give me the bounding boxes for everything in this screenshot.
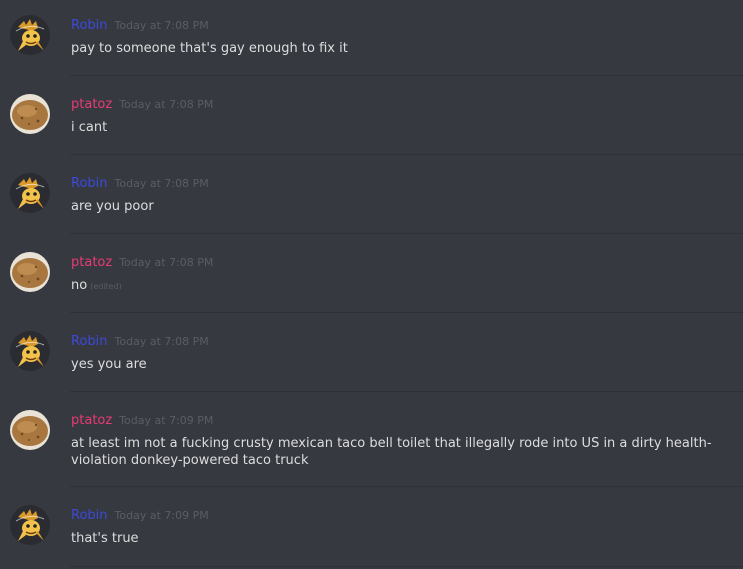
moose-avatar-icon bbox=[10, 505, 50, 545]
message-divider bbox=[70, 233, 743, 234]
timestamp: Today at 7:09 PM bbox=[114, 509, 209, 522]
message-text: no bbox=[71, 278, 88, 293]
avatar[interactable] bbox=[10, 252, 50, 292]
message-text: pay to someone that's gay enough to fix … bbox=[71, 41, 348, 56]
message-divider bbox=[70, 486, 743, 487]
message-divider bbox=[70, 566, 743, 567]
potato-avatar-icon bbox=[10, 252, 50, 292]
chat-messages: Robin Today at 7:08 PM pay to someone tha… bbox=[0, 0, 743, 569]
message-header: ptatoz Today at 7:08 PM bbox=[71, 254, 213, 272]
timestamp: Today at 7:08 PM bbox=[119, 256, 214, 269]
author-name[interactable]: Robin bbox=[71, 18, 108, 33]
timestamp: Today at 7:08 PM bbox=[114, 335, 209, 348]
message-header: ptatoz Today at 7:09 PM bbox=[71, 412, 213, 430]
potato-avatar-icon bbox=[10, 410, 50, 450]
author-name[interactable]: ptatoz bbox=[71, 413, 112, 428]
timestamp: Today at 7:09 PM bbox=[119, 414, 214, 427]
avatar[interactable] bbox=[10, 94, 50, 134]
avatar[interactable] bbox=[10, 173, 50, 213]
message-divider bbox=[70, 154, 743, 155]
message-text: that's true bbox=[71, 531, 139, 546]
message-header: Robin Today at 7:09 PM bbox=[71, 507, 209, 525]
moose-avatar-icon bbox=[10, 331, 50, 371]
message-header: Robin Today at 7:08 PM bbox=[71, 333, 209, 351]
message-text: yes you are bbox=[71, 357, 147, 372]
author-name[interactable]: ptatoz bbox=[71, 97, 112, 112]
message-text: are you poor bbox=[71, 199, 154, 214]
message-header: Robin Today at 7:08 PM bbox=[71, 175, 209, 193]
message-header: Robin Today at 7:08 PM bbox=[71, 17, 209, 35]
message-divider bbox=[70, 312, 743, 313]
message-divider bbox=[70, 75, 743, 76]
moose-avatar-icon bbox=[10, 15, 50, 55]
author-name[interactable]: Robin bbox=[71, 508, 108, 523]
edited-label: (edited) bbox=[90, 282, 122, 291]
message-text: at least im not a fucking crusty mexican… bbox=[71, 436, 712, 468]
timestamp: Today at 7:08 PM bbox=[114, 19, 209, 32]
author-name[interactable]: Robin bbox=[71, 176, 108, 191]
avatar[interactable] bbox=[10, 505, 50, 545]
moose-avatar-icon bbox=[10, 173, 50, 213]
avatar[interactable] bbox=[10, 15, 50, 55]
avatar[interactable] bbox=[10, 410, 50, 450]
message-divider bbox=[70, 391, 743, 392]
message-content: no (edited) bbox=[71, 277, 735, 295]
potato-avatar-icon bbox=[10, 94, 50, 134]
author-name[interactable]: Robin bbox=[71, 334, 108, 349]
timestamp: Today at 7:08 PM bbox=[114, 177, 209, 190]
timestamp: Today at 7:08 PM bbox=[119, 98, 214, 111]
author-name[interactable]: ptatoz bbox=[71, 255, 112, 270]
avatar[interactable] bbox=[10, 331, 50, 371]
message-header: ptatoz Today at 7:08 PM bbox=[71, 96, 213, 114]
message-text: i cant bbox=[71, 120, 108, 135]
